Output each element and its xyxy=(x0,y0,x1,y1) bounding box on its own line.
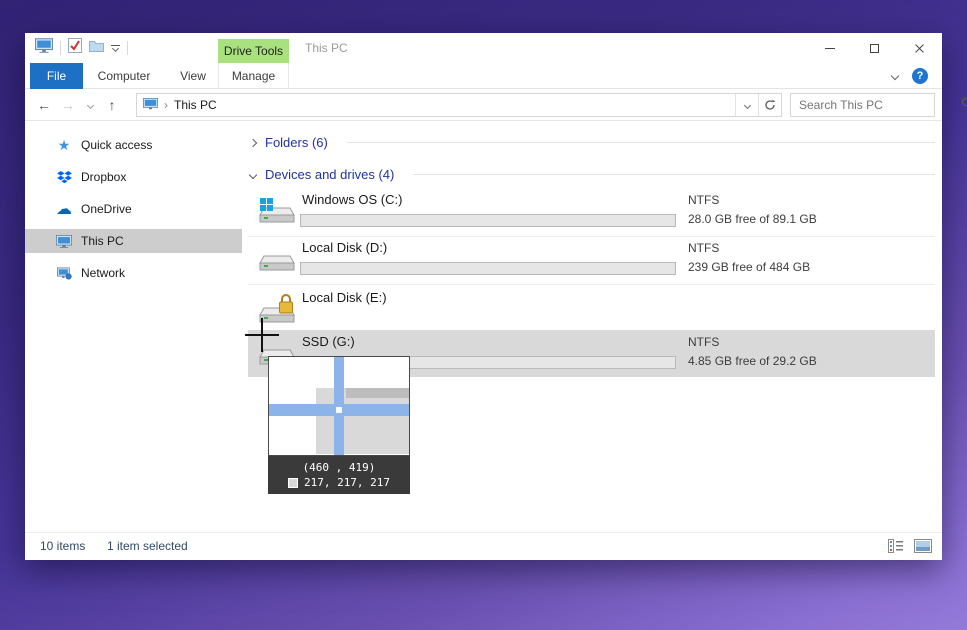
drive-name: SSD (G:) xyxy=(302,334,355,349)
chevron-right-icon[interactable] xyxy=(249,138,257,146)
file-explorer-window: Drive Tools This PC File Computer View M… xyxy=(25,33,942,560)
refresh-icon[interactable] xyxy=(758,94,781,116)
hard-drive-icon xyxy=(258,244,296,274)
titlebar: Drive Tools This PC xyxy=(25,33,942,63)
sidebar-item-onedrive[interactable]: ☁ OneDrive xyxy=(25,197,242,221)
filesystem-label: NTFS xyxy=(688,241,719,255)
this-pc-monitor-icon xyxy=(55,235,73,248)
color-swatch xyxy=(288,478,298,488)
search-input[interactable] xyxy=(791,98,954,112)
sidebar-item-this-pc[interactable]: This PC xyxy=(25,229,242,253)
magnifier-center-pixel xyxy=(336,407,342,413)
forward-button[interactable]: → xyxy=(57,89,79,121)
search-box[interactable] xyxy=(790,93,935,117)
crosshair-cursor xyxy=(261,318,263,352)
free-space-label: 4.85 GB free of 29.2 GB xyxy=(688,354,817,368)
help-icon[interactable]: ? xyxy=(912,68,928,84)
minimize-button[interactable] xyxy=(807,33,852,63)
search-icon[interactable] xyxy=(954,96,967,114)
sidebar-item-network[interactable]: Network xyxy=(25,261,242,285)
onedrive-cloud-icon: ☁ xyxy=(55,199,73,219)
toolbar-separator xyxy=(60,41,61,55)
sidebar-item-label: This PC xyxy=(81,234,124,248)
minimize-icon xyxy=(825,48,835,49)
group-label: Devices and drives (4) xyxy=(265,167,394,182)
address-bar[interactable]: › This PC xyxy=(136,93,782,117)
quick-access-star-icon: ★ xyxy=(55,137,73,154)
breadcrumb-separator: › xyxy=(164,98,168,112)
sidebar-item-label: OneDrive xyxy=(81,202,132,216)
recent-locations-icon[interactable] xyxy=(83,89,97,121)
drive-row-c[interactable]: Windows OS (C:) NTFS 28.0 GB free of 89.… xyxy=(242,190,935,236)
thumbnail-view-icon[interactable] xyxy=(914,539,932,558)
tab-computer[interactable]: Computer xyxy=(91,63,157,89)
address-dropdown-icon[interactable] xyxy=(735,94,758,116)
drive-name: Local Disk (E:) xyxy=(302,290,387,305)
navigation-bar: ← → ↑ › This PC xyxy=(25,89,942,121)
filesystem-label: NTFS xyxy=(688,335,719,349)
drive-name: Windows OS (C:) xyxy=(302,192,402,207)
network-icon xyxy=(55,267,73,280)
filesystem-label: NTFS xyxy=(688,193,719,207)
toolbar-separator xyxy=(127,41,128,55)
sidebar-item-label: Dropbox xyxy=(81,170,126,184)
row-divider xyxy=(248,236,935,237)
window-title: This PC xyxy=(305,33,348,63)
status-bar: 10 items 1 item selected xyxy=(25,532,942,560)
chevron-down-icon[interactable] xyxy=(249,170,257,178)
item-count: 10 items xyxy=(40,533,85,560)
up-button[interactable]: ↑ xyxy=(101,89,123,121)
free-space-label: 239 GB free of 484 GB xyxy=(688,260,810,274)
drive-name: Local Disk (D:) xyxy=(302,240,387,255)
picker-info-panel: (460 , 419) 217, 217, 217 xyxy=(268,456,410,494)
maximize-icon xyxy=(870,44,879,53)
magnified-view xyxy=(268,356,410,456)
navigation-pane: ★ Quick access Dropbox ☁ OneDrive xyxy=(25,121,242,532)
close-button[interactable] xyxy=(897,33,942,63)
maximize-button[interactable] xyxy=(852,33,897,63)
close-icon xyxy=(914,43,925,54)
ribbon-tab-row: File Computer View Manage ? xyxy=(25,63,942,89)
properties-icon[interactable] xyxy=(68,38,82,58)
desktop: Drive Tools This PC File Computer View M… xyxy=(0,0,967,630)
sidebar-item-quick-access[interactable]: ★ Quick access xyxy=(25,133,242,157)
tab-file[interactable]: File xyxy=(30,63,83,89)
dropbox-icon xyxy=(55,171,73,184)
collapse-ribbon-icon[interactable] xyxy=(891,72,899,80)
window-controls xyxy=(807,33,942,63)
group-divider xyxy=(347,142,935,143)
magnified-pixels xyxy=(346,388,410,398)
capacity-bar xyxy=(300,214,676,227)
locked-drive-icon xyxy=(258,294,296,324)
sidebar-item-dropbox[interactable]: Dropbox xyxy=(25,165,242,189)
tab-view[interactable]: View xyxy=(169,63,217,89)
tab-manage[interactable]: Manage xyxy=(218,63,289,89)
sidebar-item-label: Quick access xyxy=(81,138,152,152)
row-divider xyxy=(248,284,935,285)
back-button[interactable]: ← xyxy=(33,89,55,121)
drive-tools-contextual-tab[interactable]: Drive Tools xyxy=(218,39,289,63)
sidebar-item-label: Network xyxy=(81,266,125,280)
new-folder-icon[interactable] xyxy=(89,39,104,57)
content-area: ★ Quick access Dropbox ☁ OneDrive xyxy=(25,121,942,532)
this-pc-icon[interactable] xyxy=(35,38,53,58)
windows-drive-icon xyxy=(258,196,296,226)
drive-row-e[interactable]: Local Disk (E:) xyxy=(242,288,935,334)
quick-access-toolbar xyxy=(35,33,128,63)
details-view-icon[interactable] xyxy=(888,539,904,558)
rgb-value: 217, 217, 217 xyxy=(304,476,390,489)
cursor-coordinates: (460 , 419) xyxy=(303,461,376,474)
selection-count: 1 item selected xyxy=(107,533,188,560)
group-header-folders[interactable]: Folders (6) xyxy=(250,133,935,151)
customize-toolbar-icon[interactable] xyxy=(111,45,120,51)
free-space-label: 28.0 GB free of 89.1 GB xyxy=(688,212,817,226)
group-divider xyxy=(413,174,935,175)
color-picker-magnifier: (460 , 419) 217, 217, 217 xyxy=(268,356,410,494)
group-label: Folders (6) xyxy=(265,135,328,150)
capacity-bar xyxy=(300,262,676,275)
breadcrumb[interactable]: This PC xyxy=(174,98,217,112)
address-this-pc-icon xyxy=(143,98,158,113)
drive-row-d[interactable]: Local Disk (D:) NTFS 239 GB free of 484 … xyxy=(242,238,935,284)
group-header-devices[interactable]: Devices and drives (4) xyxy=(250,165,935,183)
